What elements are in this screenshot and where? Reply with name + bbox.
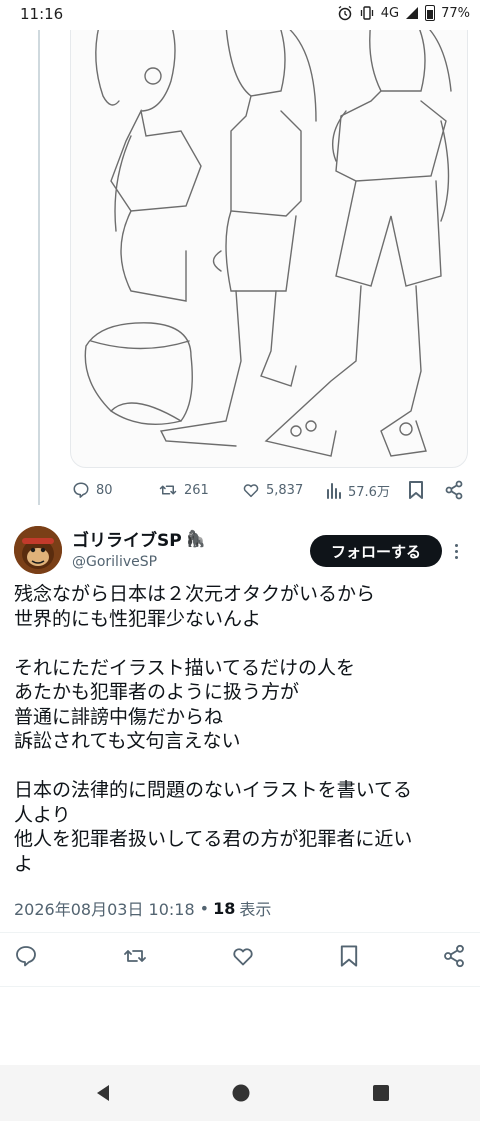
thread-connector-line <box>38 0 40 505</box>
parent-tweet-actions: 80 261 5,837 57.6万 <box>70 474 466 506</box>
bookmark-icon <box>409 481 423 499</box>
signal-icon <box>406 7 419 19</box>
views-button[interactable]: 57.6万 <box>326 481 390 500</box>
author-name-row[interactable]: ゴリライブSP 🦍 <box>72 526 206 551</box>
retweet-button[interactable]: 261 <box>158 481 209 499</box>
meta-separator: • <box>199 898 210 918</box>
tweet-line <box>14 754 470 779</box>
retweet-count: 261 <box>184 482 209 498</box>
divider <box>0 986 480 987</box>
tweet-line: 日本の法律的に問題のないイラストを書いてる <box>14 779 413 801</box>
alarm-icon <box>338 5 352 21</box>
status-time: 11:16 <box>20 5 64 23</box>
like-icon <box>243 484 259 498</box>
tweet-line: 残念ながら日本は２次元オタクがいるから <box>14 583 376 605</box>
network-label: 4G <box>380 5 400 21</box>
divider <box>0 932 480 933</box>
share-button[interactable] <box>444 480 464 500</box>
tweet-timestamp[interactable]: 2026年08月03日 10:18 <box>14 896 195 920</box>
reply-icon[interactable] <box>14 944 38 968</box>
battery-percent: 77% <box>441 5 470 21</box>
share-icon[interactable] <box>442 944 466 968</box>
tweet-line: 他人を犯罪者扱いしてる君の方が犯罪者に近い <box>14 828 413 850</box>
reply-icon <box>73 482 89 498</box>
tweet-line: 訴訟されても文句言えない <box>14 730 241 752</box>
gorilla-emoji: 🦍 <box>185 529 206 548</box>
status-bar: 11:16 4G 77% <box>0 0 480 30</box>
views-count[interactable]: 18 <box>213 899 235 918</box>
tweet-line: 普通に誹謗中傷だからね <box>14 705 224 728</box>
retweet-icon[interactable] <box>122 944 148 968</box>
views-icon <box>327 483 341 499</box>
more-options-icon[interactable] <box>448 538 464 564</box>
vibrate-icon <box>360 6 373 20</box>
reply-count: 80 <box>96 482 113 498</box>
reply-button[interactable]: 80 <box>72 481 113 499</box>
tweet-text: 残念ながら日本は２次元オタクがいるから 世界的にも性犯罪少ないんよ それにただイ… <box>14 582 470 876</box>
battery-icon <box>425 5 436 21</box>
attached-image[interactable] <box>70 0 468 468</box>
tweet-line: よ <box>14 852 34 875</box>
like-button[interactable]: 5,837 <box>242 481 303 499</box>
like-count: 5,837 <box>266 482 304 498</box>
bookmark-button[interactable] <box>408 480 424 500</box>
share-icon <box>445 480 463 500</box>
follow-button[interactable]: フォローする <box>310 535 442 567</box>
tweet-line <box>14 631 470 656</box>
views-label: 表示 <box>239 900 272 919</box>
views-count: 57.6万 <box>348 484 390 500</box>
tweet-meta: 2026年08月03日 10:18 • 18 表示 <box>14 896 271 920</box>
system-nav-bar <box>0 1065 480 1121</box>
like-icon[interactable] <box>231 944 255 968</box>
home-icon[interactable] <box>232 1084 250 1102</box>
retweet-icon <box>159 485 177 495</box>
tweet-actions <box>14 938 466 974</box>
tweet-line: 世界的にも性犯罪少ないんよ <box>14 607 262 630</box>
display-name[interactable]: ゴリライブSP <box>72 526 182 551</box>
tweet-line: あたかも犯罪者のように扱う方が <box>14 681 300 703</box>
avatar[interactable] <box>14 526 62 574</box>
tweet-line: それにただイラスト描いてるだけの人を <box>14 656 356 679</box>
status-icons: 4G 77% <box>337 5 470 21</box>
user-handle[interactable]: @GoriliveSP <box>72 554 157 570</box>
back-icon[interactable] <box>94 1084 112 1102</box>
recents-icon[interactable] <box>372 1084 390 1102</box>
bookmark-icon[interactable] <box>339 944 359 968</box>
tweet-line: 人より <box>14 803 71 826</box>
